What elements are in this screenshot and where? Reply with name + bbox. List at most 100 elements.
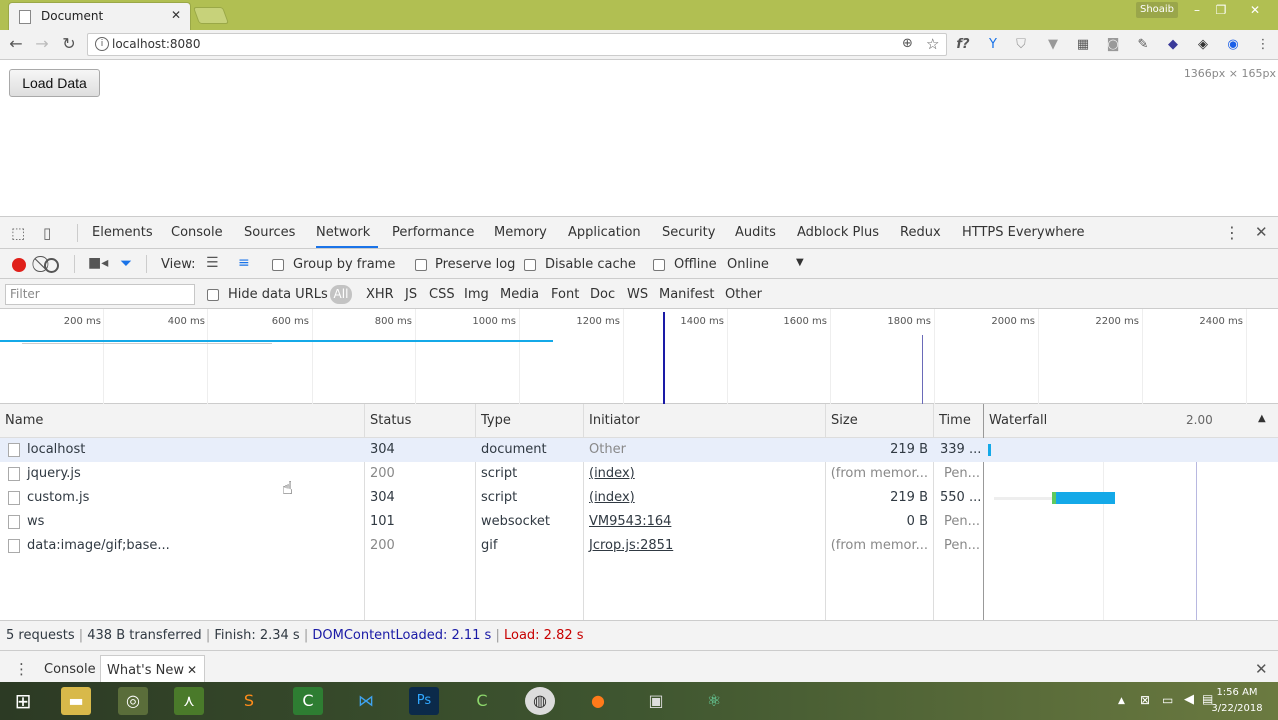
tab-redux[interactable]: Redux bbox=[900, 225, 941, 240]
tab-security[interactable]: Security bbox=[662, 225, 715, 240]
col-time[interactable]: Time bbox=[939, 413, 971, 428]
network-tray-icon[interactable]: ⊠ bbox=[1140, 693, 1150, 707]
tab-performance[interactable]: Performance bbox=[392, 225, 474, 240]
row-initiator-link[interactable]: (index) bbox=[589, 490, 635, 505]
restore-icon[interactable]: ❐ bbox=[1209, 3, 1233, 17]
camtasia-icon[interactable]: C bbox=[293, 687, 323, 715]
firefox-icon[interactable]: ● bbox=[583, 687, 613, 715]
tab-console[interactable]: Console bbox=[171, 225, 223, 240]
pen-extension-icon[interactable]: ✎ bbox=[1135, 37, 1151, 53]
info-icon[interactable]: i bbox=[95, 37, 109, 51]
minimize-icon[interactable]: – bbox=[1185, 3, 1209, 17]
tab-memory[interactable]: Memory bbox=[494, 225, 547, 240]
atom-icon[interactable]: ⚛ bbox=[699, 687, 729, 715]
table-row[interactable]: ws 101 websocket VM9543:164 0 B Pen... bbox=[0, 510, 1278, 534]
vscode-icon[interactable]: ⋈ bbox=[351, 687, 381, 715]
filter-other[interactable]: Other bbox=[725, 287, 762, 302]
col-waterfall[interactable]: Waterfall bbox=[989, 413, 1047, 428]
tab-sources[interactable]: Sources bbox=[244, 225, 295, 240]
close-devtools-icon[interactable]: ✕ bbox=[1255, 223, 1268, 241]
tab-https-everywhere[interactable]: HTTPS Everywhere bbox=[962, 225, 1085, 240]
tab-adblock-plus[interactable]: Adblock Plus bbox=[797, 225, 879, 240]
load-data-button[interactable]: Load Data bbox=[9, 69, 100, 97]
table-row[interactable]: custom.js 304 script (index) 219 B 550 .… bbox=[0, 486, 1278, 510]
windows-start-icon[interactable]: ⊞ bbox=[8, 687, 38, 715]
filter-ws[interactable]: WS bbox=[627, 287, 648, 302]
reload-icon[interactable]: ↻ bbox=[59, 34, 79, 53]
filter-icon[interactable]: ⏷ bbox=[120, 254, 132, 272]
profile-button[interactable]: Shoaib bbox=[1136, 2, 1178, 18]
taskbar-date[interactable]: 3/22/2018 bbox=[1208, 703, 1266, 714]
puzzle-extension-icon[interactable]: ◆ bbox=[1165, 37, 1181, 53]
camtasia-recorder-icon[interactable]: C bbox=[467, 687, 497, 715]
drawer-menu-icon[interactable]: ⋮ bbox=[14, 660, 29, 678]
url-text[interactable]: localhost:8080 bbox=[112, 37, 200, 51]
filter-xhr[interactable]: XHR bbox=[366, 287, 394, 302]
chrome-icon[interactable]: ◎ bbox=[118, 687, 148, 715]
close-window-icon[interactable]: ✕ bbox=[1243, 3, 1267, 17]
tab-network[interactable]: Network bbox=[316, 225, 370, 240]
preserve-log-checkbox[interactable] bbox=[415, 259, 427, 271]
file-explorer-icon[interactable]: ▬ bbox=[61, 687, 91, 715]
app-window-icon[interactable]: ▣ bbox=[641, 687, 671, 715]
close-tab-icon[interactable]: ✕ bbox=[171, 8, 181, 22]
terminal-app-icon[interactable]: ⋏ bbox=[174, 687, 204, 715]
camera-extension-icon[interactable]: ◙ bbox=[1105, 37, 1121, 53]
back-icon[interactable]: ← bbox=[6, 34, 26, 53]
throttling-select[interactable]: Online bbox=[727, 257, 769, 272]
close-drawer-tab-icon[interactable]: ✕ bbox=[187, 663, 197, 677]
forward-icon[interactable]: → bbox=[32, 34, 52, 53]
grid-extension-icon[interactable]: ▦ bbox=[1075, 37, 1091, 53]
row-initiator-link[interactable]: Jcrop.js:2851 bbox=[589, 538, 673, 553]
tab-application[interactable]: Application bbox=[568, 225, 641, 240]
filter-manifest[interactable]: Manifest bbox=[659, 287, 714, 302]
waterfall-view-icon[interactable]: ≡ bbox=[238, 255, 250, 271]
shield-extension-icon[interactable]: ⛉ bbox=[1013, 37, 1029, 53]
row-initiator-link[interactable]: VM9543:164 bbox=[589, 514, 671, 529]
tab-elements[interactable]: Elements bbox=[92, 225, 153, 240]
filter-css[interactable]: CSS bbox=[429, 287, 455, 302]
taskbar-time[interactable]: 1:56 AM bbox=[1212, 687, 1262, 698]
zoom-icon[interactable]: ⊕ bbox=[902, 36, 913, 51]
filter-doc[interactable]: Doc bbox=[590, 287, 615, 302]
filter-media[interactable]: Media bbox=[500, 287, 539, 302]
tray-chevron-icon[interactable]: ▲ bbox=[1118, 696, 1125, 706]
close-drawer-icon[interactable]: ✕ bbox=[1255, 660, 1268, 678]
group-by-frame-checkbox[interactable] bbox=[272, 259, 284, 271]
filter-font[interactable]: Font bbox=[551, 287, 579, 302]
sort-up-icon[interactable]: ▲ bbox=[1258, 413, 1266, 424]
power-tray-icon[interactable]: ▭ bbox=[1162, 693, 1173, 707]
chevron-down-icon[interactable]: ▼ bbox=[796, 257, 804, 268]
pocket-extension-icon[interactable]: ◈ bbox=[1195, 37, 1211, 53]
globe-extension-icon[interactable]: ◉ bbox=[1225, 37, 1241, 53]
table-row[interactable]: localhost 304 document Other 219 B 339 .… bbox=[0, 438, 1278, 462]
devtools-menu-icon[interactable]: ⋮ bbox=[1224, 223, 1240, 242]
filter-extension-icon[interactable]: ▼ bbox=[1045, 37, 1061, 53]
sql-icon[interactable]: ◍ bbox=[525, 687, 555, 715]
volume-tray-icon[interactable]: ◀ bbox=[1184, 692, 1194, 707]
inspect-element-icon[interactable]: ⬚ bbox=[11, 224, 25, 242]
photoshop-icon[interactable]: Ps bbox=[409, 687, 439, 715]
table-row[interactable]: data:image/gif;base... 200 gif Jcrop.js:… bbox=[0, 534, 1278, 558]
v-extension-icon[interactable]: Y bbox=[985, 37, 1001, 53]
col-name[interactable]: Name bbox=[5, 413, 43, 428]
col-initiator[interactable]: Initiator bbox=[589, 413, 640, 428]
filter-input[interactable]: Filter bbox=[5, 284, 195, 305]
filter-js[interactable]: JS bbox=[405, 287, 417, 302]
browser-tab[interactable]: Document ✕ bbox=[8, 2, 191, 30]
col-status[interactable]: Status bbox=[370, 413, 411, 428]
drawer-tab-console[interactable]: Console bbox=[44, 662, 96, 677]
network-overview[interactable]: 200 ms 400 ms 600 ms 800 ms 1000 ms 1200… bbox=[0, 309, 1278, 404]
tab-audits[interactable]: Audits bbox=[735, 225, 776, 240]
device-toggle-icon[interactable]: ▯ bbox=[43, 224, 51, 242]
filter-all[interactable]: All bbox=[330, 285, 352, 304]
table-row[interactable]: jquery.js 200 script (index) (from memor… bbox=[0, 462, 1278, 486]
address-bar[interactable]: i localhost:8080 ⊕ ☆ bbox=[87, 33, 947, 56]
menu-icon[interactable]: ⋮ bbox=[1255, 37, 1271, 53]
col-type[interactable]: Type bbox=[481, 413, 511, 428]
filter-img[interactable]: Img bbox=[464, 287, 489, 302]
row-initiator-link[interactable]: (index) bbox=[589, 466, 635, 481]
large-rows-icon[interactable]: ☰ bbox=[206, 255, 219, 271]
record-icon[interactable] bbox=[12, 258, 26, 272]
col-size[interactable]: Size bbox=[831, 413, 858, 428]
